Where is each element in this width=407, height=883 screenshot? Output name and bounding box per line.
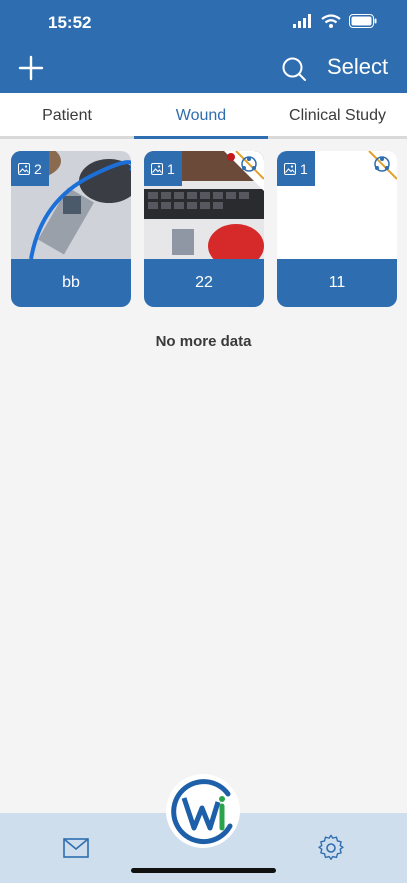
wound-card[interactable]: 2 bb	[11, 151, 131, 307]
wound-label: bb	[11, 259, 131, 307]
cellular-signal-icon	[293, 14, 311, 28]
gear-icon[interactable]	[317, 834, 345, 862]
wound-card[interactable]: 1 11	[277, 151, 397, 307]
status-time: 15:52	[48, 13, 92, 32]
wound-card[interactable]: 1 22	[144, 151, 264, 307]
image-count: 2	[34, 160, 42, 177]
clinical-study-icon	[224, 151, 264, 191]
wound-label: 11	[277, 259, 397, 307]
photo-icon	[18, 162, 30, 175]
home-indicator	[131, 868, 276, 873]
list-end-message: No more data	[155, 333, 252, 350]
image-count-badge: 1	[277, 151, 315, 186]
image-count: 1	[167, 160, 175, 177]
segment-tabs: Patient Wound Clinical Study	[0, 93, 407, 139]
image-count: 1	[300, 160, 308, 177]
plus-icon[interactable]	[18, 55, 44, 81]
tab-patient[interactable]: Patient	[0, 93, 134, 139]
wound-label: 22	[144, 259, 264, 307]
clinical-study-icon	[357, 151, 397, 191]
status-icons	[293, 14, 377, 28]
mail-icon[interactable]	[63, 837, 89, 859]
tab-wound[interactable]: Wound	[134, 93, 268, 139]
battery-icon	[349, 14, 377, 28]
select-button[interactable]: Select	[327, 54, 388, 80]
wai-logo-button[interactable]	[164, 772, 242, 850]
tab-clinical-study[interactable]: Clinical Study	[268, 93, 407, 139]
photo-icon	[151, 162, 163, 175]
tab-active-indicator	[134, 136, 268, 139]
search-icon[interactable]	[281, 56, 307, 82]
photo-icon	[284, 162, 296, 175]
app-header: 15:52 Select	[0, 0, 407, 93]
image-count-badge: 2	[11, 151, 49, 186]
wifi-icon	[321, 14, 341, 28]
image-count-badge: 1	[144, 151, 182, 186]
